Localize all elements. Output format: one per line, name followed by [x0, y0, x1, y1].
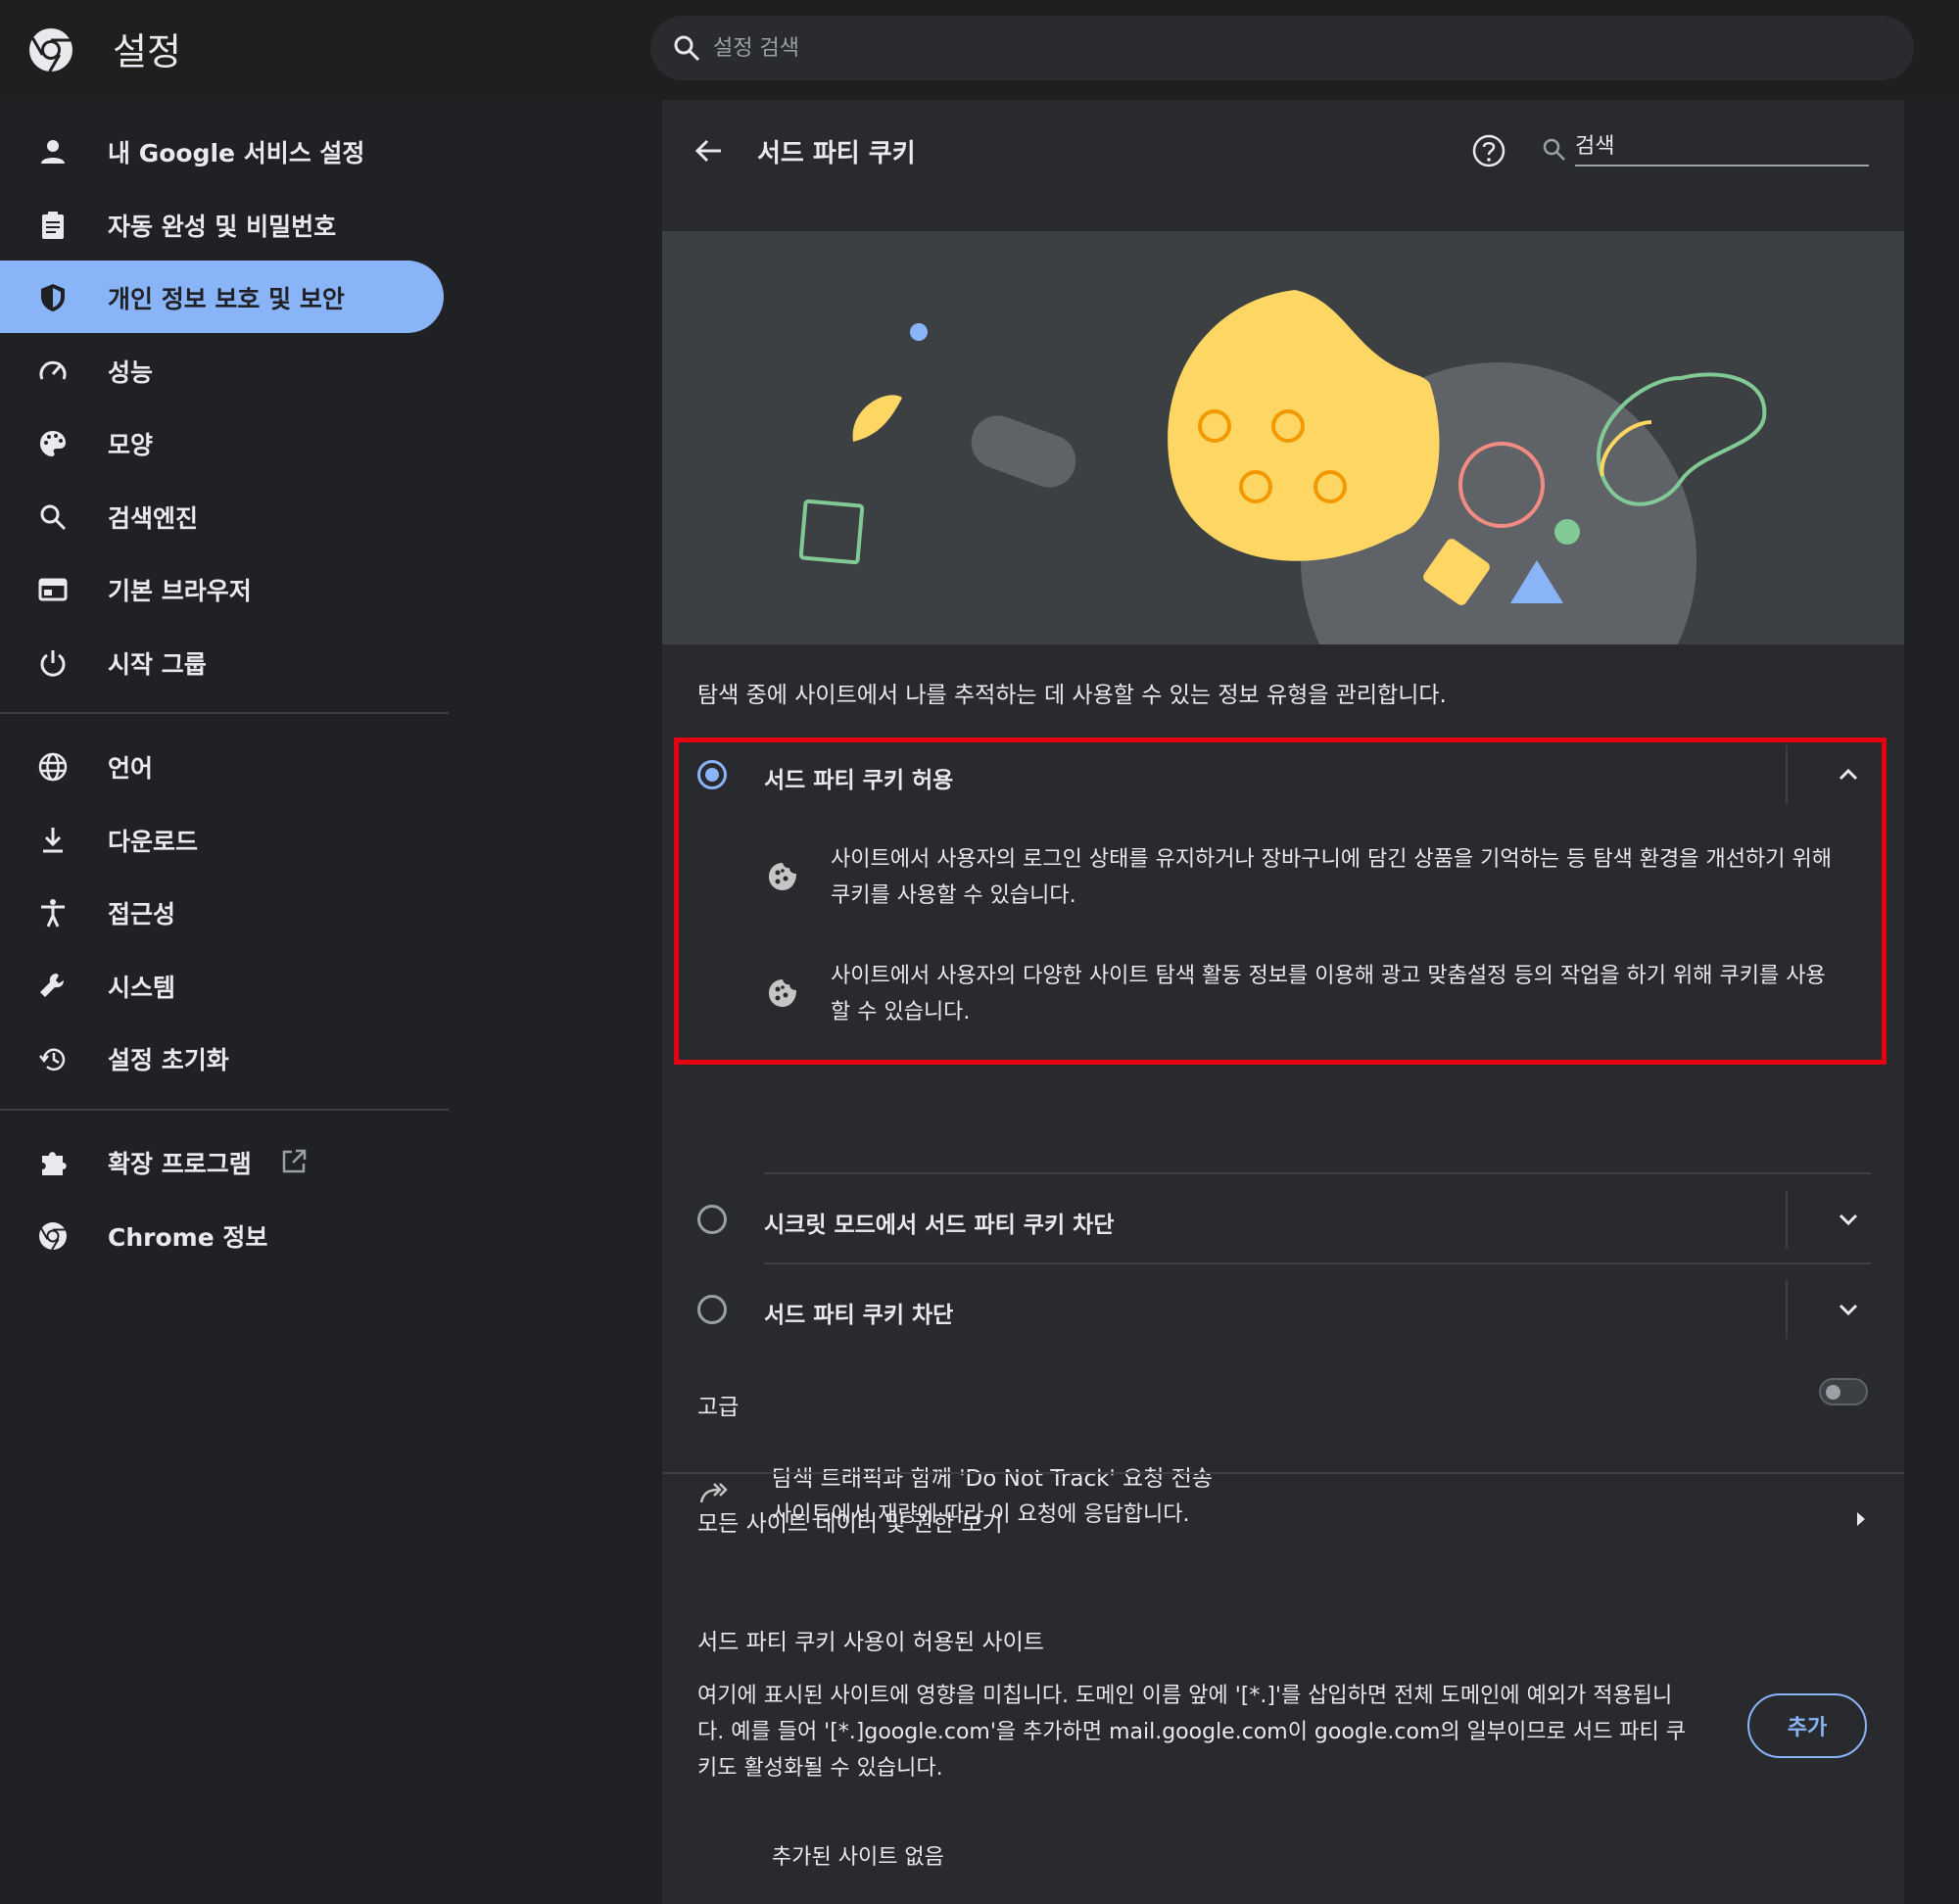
sidebar-item-label: 기본 브라우저: [108, 577, 252, 605]
sidebar-item-label: 내 Google 서비스 설정: [108, 139, 365, 167]
sidebar-item-label: 시작 그룹: [108, 650, 207, 679]
sidebar-divider: [0, 712, 449, 714]
download-icon: [43, 828, 63, 853]
search-icon: [40, 504, 67, 531]
settings-search-box[interactable]: [650, 16, 1914, 80]
cookie-bullet-text: 사이트에서 사용자의 로그인 상태를 유지하거나 장바구니에 담긴 상품을 기억…: [831, 841, 1832, 914]
do-not-track-toggle[interactable]: [1819, 1378, 1868, 1405]
restore-icon: [39, 1048, 66, 1071]
sidebar-item-label: 언어: [108, 754, 154, 783]
option-separator: [1786, 745, 1788, 804]
app-title: 설정: [113, 30, 181, 73]
sidebar-item-label: 시스템: [108, 974, 176, 1002]
option-separator: [1786, 1190, 1788, 1249]
option-divider: [764, 1172, 1871, 1174]
chevron-up-icon[interactable]: [1834, 760, 1863, 789]
back-arrow-icon[interactable]: [692, 133, 727, 168]
no-sites-text: 추가된 사이트 없음: [772, 1845, 944, 1870]
help-icon[interactable]: [1471, 133, 1506, 168]
cookie-illustration: [662, 231, 1904, 644]
sidebar-item-label: 모양: [108, 431, 154, 459]
sidebar-item-label: Chrome 정보: [108, 1223, 268, 1252]
sidebar-item-accessibility[interactable]: 접근성: [0, 876, 444, 948]
puzzle-icon: [42, 1152, 67, 1175]
sidebar-item-reset-settings[interactable]: 설정 초기화: [0, 1022, 444, 1094]
block-third-party-cookies-radio[interactable]: [697, 1295, 727, 1324]
sidebar-item-label: 성능: [108, 358, 154, 387]
cookie-illustration-art: [798, 290, 1767, 644]
sidebar-item-search-engine[interactable]: 검색엔진: [0, 480, 444, 552]
sidebar: 내 Google 서비스 설정 자동 완성 및 비밀번호 개인 정보 보호 및 …: [0, 100, 451, 1904]
sidebar-item-default-browser[interactable]: 기본 브라우저: [0, 552, 444, 625]
person-icon: [41, 140, 65, 164]
sidebar-item-label: 확장 프로그램: [108, 1150, 252, 1178]
site-data-permissions-link[interactable]: 모든 사이트 데이터 및 권한 보기: [662, 1472, 1904, 1564]
toggle-knob: [1826, 1385, 1840, 1400]
sidebar-item-system[interactable]: 시스템: [0, 949, 444, 1022]
bullet-line: 사이트에서 사용자의 로그인 상태를 유지하거나 장바구니에 담긴 상품을 기억…: [831, 847, 1832, 872]
globe-icon: [38, 752, 68, 782]
description-line: 다. 예를 들어 '[*.]google.com'을 추가하면 mail.goo…: [697, 1720, 1687, 1744]
top-bar: 설정: [0, 0, 1959, 100]
cookie-icon: [769, 979, 796, 1007]
block-incognito-cookies-radio[interactable]: [697, 1205, 727, 1234]
bullet-line: 쿠키를 사용할 수 있습니다.: [831, 883, 1076, 908]
search-icon: [674, 35, 700, 62]
chrome-logo-icon: [29, 28, 72, 72]
shield-icon: [41, 284, 65, 311]
sidebar-item-about-chrome[interactable]: Chrome 정보: [0, 1199, 444, 1271]
page-description: 탐색 중에 사이트에서 나를 추적하는 데 사용할 수 있는 정보 유형을 관리…: [697, 683, 1447, 708]
sidebar-item-label: 설정 초기화: [108, 1046, 229, 1074]
page-title: 서드 파티 쿠키: [757, 139, 916, 168]
chevron-down-icon[interactable]: [1834, 1295, 1863, 1324]
browser-icon: [38, 578, 68, 601]
description-line: 키도 활성화될 수 있습니다.: [697, 1756, 943, 1781]
clipboard-icon: [42, 212, 64, 239]
sidebar-item-label: 자동 완성 및 비밀번호: [108, 213, 337, 241]
sidebar-item-autofill[interactable]: 자동 완성 및 비밀번호: [0, 188, 444, 261]
allow-third-party-cookies-label[interactable]: 서드 파티 쿠키 허용: [764, 761, 953, 794]
sidebar-item-extensions[interactable]: 확장 프로그램: [0, 1125, 444, 1198]
sidebar-item-languages[interactable]: 언어: [0, 730, 444, 802]
palette-icon: [40, 431, 66, 456]
allow-third-party-cookies-radio[interactable]: [697, 760, 727, 789]
page-search-input[interactable]: [1575, 127, 1869, 167]
sidebar-item-label: 접근성: [108, 900, 176, 928]
advanced-heading: 고급: [697, 1395, 740, 1420]
allowed-sites-heading: 서드 파티 쿠키 사용이 허용된 사이트: [697, 1630, 1044, 1655]
bullet-line: 사이트에서 사용자의 다양한 사이트 탐색 활동 정보를 이용해 광고 맞춤설정…: [831, 964, 1826, 988]
sidebar-item-downloads[interactable]: 다운로드: [0, 803, 444, 876]
sidebar-item-label: 검색엔진: [108, 504, 199, 533]
arrow-right-icon: [1857, 1512, 1865, 1526]
option-divider: [764, 1262, 1871, 1264]
description-line: 여기에 표시된 사이트에 영향을 미칩니다. 도메인 이름 앞에 '[*.]'를…: [697, 1684, 1673, 1708]
block-third-party-cookies-label[interactable]: 서드 파티 쿠키 차단: [764, 1296, 953, 1329]
site-data-permissions-label: 모든 사이트 데이터 및 권한 보기: [697, 1511, 1003, 1537]
power-icon: [40, 650, 66, 677]
allowed-sites-description: 여기에 표시된 사이트에 영향을 미칩니다. 도메인 이름 앞에 '[*.]'를…: [697, 1678, 1726, 1786]
sidebar-item-google-services[interactable]: 내 Google 서비스 설정: [0, 115, 444, 187]
cookie-icon: [769, 863, 796, 890]
chevron-down-icon[interactable]: [1834, 1205, 1863, 1234]
settings-search-input[interactable]: [713, 29, 1791, 67]
external-link-icon: [282, 1149, 307, 1173]
add-site-button[interactable]: 추가: [1747, 1693, 1867, 1758]
accessibility-icon: [41, 899, 65, 928]
sidebar-item-appearance[interactable]: 모양: [0, 406, 444, 479]
sidebar-item-on-startup[interactable]: 시작 그룹: [0, 626, 444, 698]
block-incognito-cookies-label[interactable]: 시크릿 모드에서 서드 파티 쿠키 차단: [764, 1206, 1114, 1239]
sidebar-item-label: 다운로드: [108, 828, 199, 856]
speedometer-icon: [39, 360, 67, 380]
bullet-line: 할 수 있습니다.: [831, 1000, 971, 1024]
sidebar-divider: [0, 1109, 449, 1111]
chrome-icon: [39, 1222, 67, 1251]
sidebar-item-performance[interactable]: 성능: [0, 334, 444, 406]
cookie-bullet-text: 사이트에서 사용자의 다양한 사이트 탐색 활동 정보를 이용해 광고 맞춤설정…: [831, 958, 1826, 1030]
sidebar-item-privacy-security[interactable]: 개인 정보 보호 및 보안: [0, 261, 444, 333]
option-separator: [1786, 1280, 1788, 1339]
wrench-icon: [40, 974, 64, 997]
sidebar-item-label: 개인 정보 보호 및 보안: [108, 285, 345, 313]
search-icon: [1543, 138, 1565, 161]
